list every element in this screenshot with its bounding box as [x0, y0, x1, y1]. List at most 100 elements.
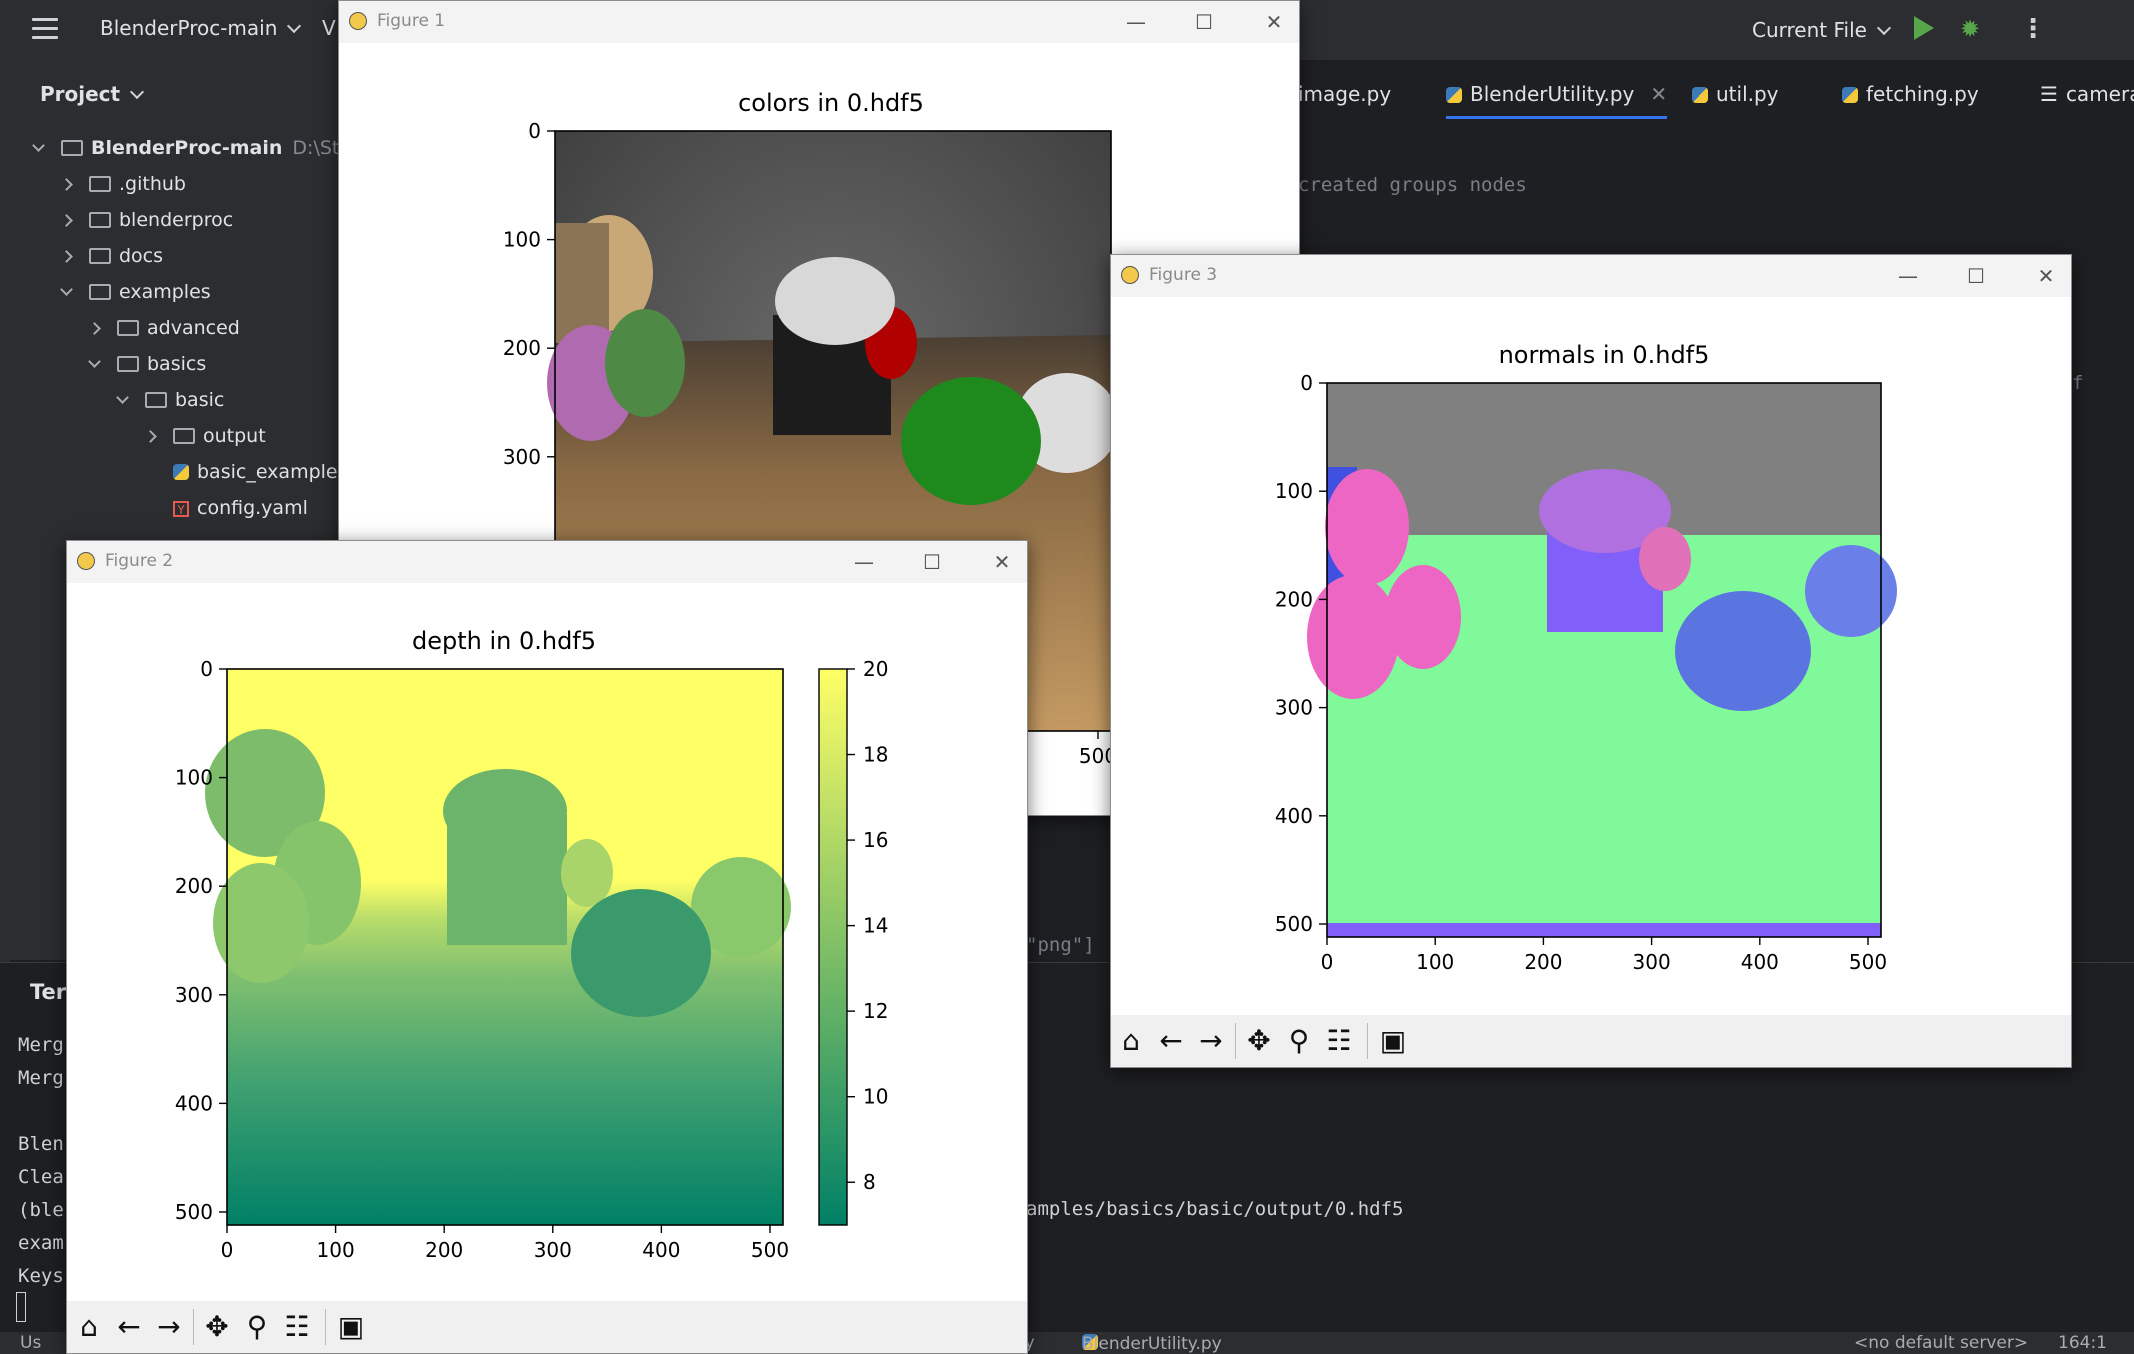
- tab-blenderutility-py[interactable]: BlenderUtility.py ✕: [1446, 82, 1668, 119]
- minimize-icon[interactable]: —: [849, 547, 879, 577]
- code-line[interactable]: created groups nodes: [1298, 174, 1527, 196]
- toolbar-separator: [193, 1309, 194, 1345]
- back-icon[interactable]: ←: [111, 1311, 147, 1343]
- more-actions-icon[interactable]: ⋮: [2020, 14, 2046, 44]
- tree-item[interactable]: basic: [116, 384, 224, 416]
- figure-2-titlebar[interactable]: Figure 2 — ☐ ✕: [67, 541, 1027, 583]
- tree-item[interactable]: advanced: [88, 312, 240, 344]
- figure-1-titlebar[interactable]: Figure 1 — ☐ ✕: [339, 1, 1299, 43]
- close-icon[interactable]: ✕: [1259, 7, 1289, 37]
- heatmap-area: [205, 669, 791, 1225]
- tree-item[interactable]: basics: [88, 348, 206, 380]
- status-caret-position[interactable]: 164:1: [2058, 1333, 2107, 1353]
- code-line[interactable]: "png"]: [1026, 934, 1095, 956]
- configure-icon[interactable]: ☷: [279, 1311, 315, 1343]
- minimize-icon[interactable]: —: [1893, 261, 1923, 291]
- colorbar-tick-label: 12: [863, 999, 888, 1023]
- code-line[interactable]: f: [2072, 372, 2083, 394]
- close-tab-icon[interactable]: ✕: [1650, 82, 1667, 106]
- tree-item[interactable]: basic_example: [146, 456, 338, 488]
- tree-item-label: advanced: [147, 317, 240, 339]
- plot-title: normals in 0.hdf5: [1499, 341, 1710, 369]
- tree-item[interactable]: blenderproc: [60, 204, 234, 236]
- configure-icon[interactable]: ☷: [1321, 1025, 1357, 1057]
- run-config-selector[interactable]: Current File: [1752, 18, 1892, 42]
- status-interpreter[interactable]: <no default server>: [1854, 1333, 2028, 1353]
- folder-icon: [61, 140, 83, 156]
- project-panel-title[interactable]: Project: [40, 82, 145, 106]
- chevron-down-icon[interactable]: [116, 391, 129, 404]
- python-file-icon: [1446, 87, 1462, 103]
- tab-util-py[interactable]: util.py: [1692, 82, 1779, 106]
- figure-2-window: Figure 2 — ☐ ✕ depth in 0.hdf5 0 100 200…: [66, 540, 1028, 1354]
- terminal-cursor: [16, 1292, 26, 1322]
- close-icon[interactable]: ✕: [987, 547, 1017, 577]
- back-icon[interactable]: ←: [1153, 1025, 1189, 1057]
- tree-item[interactable]: Yconfig.yaml: [146, 492, 308, 524]
- save-icon[interactable]: ▣: [333, 1311, 369, 1343]
- window-title: Figure 1: [377, 11, 446, 31]
- window-title: Figure 2: [105, 551, 174, 571]
- home-icon[interactable]: ⌂: [71, 1311, 107, 1343]
- maximize-icon[interactable]: ☐: [917, 547, 947, 577]
- tab-camera[interactable]: ☰ camera: [2040, 82, 2134, 106]
- run-icon[interactable]: [1914, 16, 1934, 40]
- tree-item[interactable]: BlenderProc-main D:\Stu: [32, 132, 351, 164]
- python-file-icon: [173, 464, 189, 480]
- chevron-right-icon[interactable]: [60, 178, 73, 191]
- project-selector[interactable]: BlenderProc-main: [100, 16, 302, 40]
- close-icon[interactable]: ✕: [2031, 261, 2061, 291]
- save-icon[interactable]: ▣: [1375, 1025, 1411, 1057]
- tree-item[interactable]: .github: [60, 168, 186, 200]
- matplotlib-icon: [1121, 266, 1139, 284]
- debug-icon[interactable]: ✹: [1960, 16, 1984, 42]
- tree-item-label: blenderproc: [119, 209, 234, 231]
- colorbar-tick-label: 14: [863, 914, 888, 938]
- zoom-icon[interactable]: ⚲: [239, 1311, 275, 1343]
- tree-item[interactable]: docs: [60, 240, 163, 272]
- zoom-icon[interactable]: ⚲: [1281, 1025, 1317, 1057]
- minimize-icon[interactable]: —: [1121, 7, 1151, 37]
- y-tick-label: 200: [175, 874, 213, 898]
- chevron-right-icon[interactable]: [88, 322, 101, 335]
- forward-icon[interactable]: →: [151, 1311, 187, 1343]
- x-tick-label: 500: [751, 1238, 789, 1262]
- status-breadcrumb-start[interactable]: Us: [20, 1333, 41, 1353]
- figure-3-window: Figure 3 — ☐ ✕ normals in 0.hdf5 0 100 2…: [1110, 254, 2072, 1068]
- chevron-right-icon[interactable]: [60, 250, 73, 263]
- chevron-down-icon[interactable]: [60, 283, 73, 296]
- tree-item[interactable]: examples: [60, 276, 211, 308]
- toolbar-separator: [1235, 1023, 1236, 1059]
- hamburger-menu-icon[interactable]: [32, 18, 58, 40]
- chevron-right-icon[interactable]: [60, 214, 73, 227]
- tree-item[interactable]: output: [144, 420, 266, 452]
- tree-item-label: .github: [119, 173, 186, 195]
- x-tick-label: 300: [1633, 950, 1671, 974]
- home-icon[interactable]: ⌂: [1113, 1025, 1149, 1057]
- terminal-line: Merg: [18, 1067, 64, 1089]
- terminal-title[interactable]: Ter: [30, 980, 66, 1004]
- folder-icon: [145, 392, 167, 408]
- tab-label: util.py: [1716, 82, 1779, 106]
- terminal-line: Keys: [18, 1265, 64, 1287]
- pan-icon[interactable]: ✥: [199, 1311, 235, 1343]
- project-selector-label: BlenderProc-main: [100, 16, 278, 40]
- vcs-widget[interactable]: V: [322, 16, 336, 40]
- tab-image-py[interactable]: image.py: [1298, 82, 1391, 106]
- maximize-icon[interactable]: ☐: [1189, 7, 1219, 37]
- chevron-down-icon[interactable]: [88, 355, 101, 368]
- chevron-right-icon[interactable]: [144, 430, 157, 443]
- chevron-down-icon[interactable]: [32, 139, 45, 152]
- figure-2-toolbar: ⌂ ← → ✥ ⚲ ☷ ▣: [67, 1301, 1027, 1353]
- figure-3-titlebar[interactable]: Figure 3 — ☐ ✕: [1111, 255, 2071, 297]
- tab-label: BlenderUtility.py: [1470, 82, 1635, 106]
- tab-fetching-py[interactable]: fetching.py: [1842, 82, 1979, 106]
- y-tick-label: 0: [200, 657, 213, 681]
- pan-icon[interactable]: ✥: [1241, 1025, 1277, 1057]
- editor-tab-bar: image.py BlenderUtility.py ✕ util.py fetc…: [1298, 70, 2134, 126]
- y-tick-label: 300: [175, 983, 213, 1007]
- forward-icon[interactable]: →: [1193, 1025, 1229, 1057]
- status-breadcrumb-file-label: BlenderUtility.py: [1082, 1334, 1222, 1354]
- maximize-icon[interactable]: ☐: [1961, 261, 1991, 291]
- folder-icon: [89, 176, 111, 192]
